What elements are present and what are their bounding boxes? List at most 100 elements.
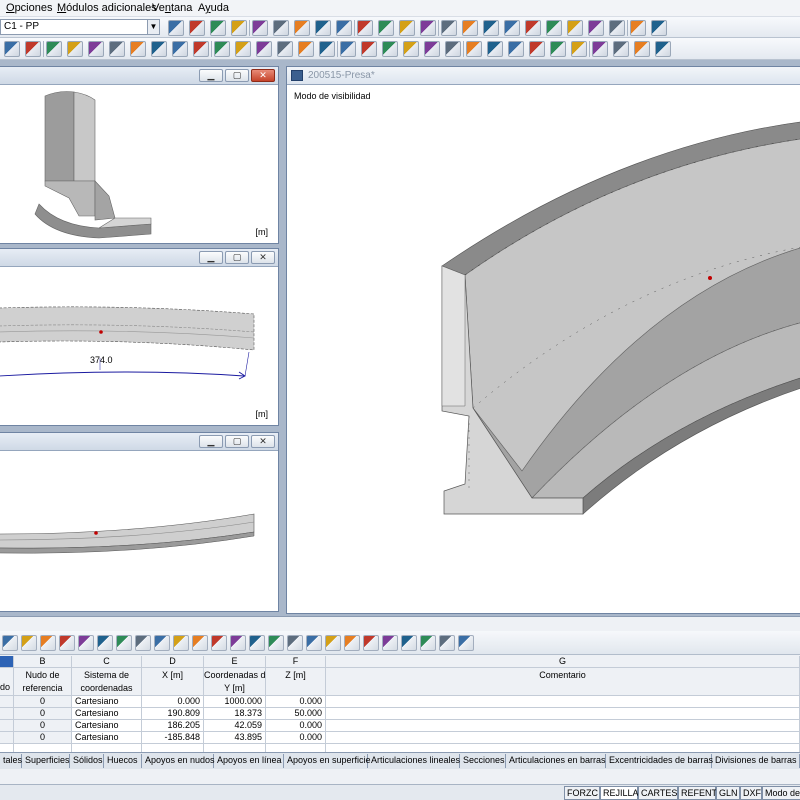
tool-button-icon[interactable] — [529, 41, 545, 57]
table-cell-comment[interactable] — [326, 696, 800, 708]
view-window-1[interactable]: ▁ ▢ ✕ [m] — [0, 66, 279, 244]
window-titlebar[interactable]: ▁ ▢ ✕ — [0, 67, 278, 85]
view-canvas-elevation[interactable] — [0, 452, 278, 611]
table-tool-icon[interactable] — [154, 635, 170, 651]
tool-button-icon[interactable] — [445, 41, 461, 57]
tool-button-icon[interactable] — [361, 41, 377, 57]
tool-button-icon[interactable] — [655, 41, 671, 57]
table-cell-x[interactable]: 190.809 — [142, 708, 204, 720]
status-toggle-rejilla[interactable]: REJILLA — [600, 786, 639, 800]
table-tab[interactable]: Superficies — [22, 754, 70, 768]
view-window-2[interactable]: ▁ ▢ ✕ 374.0 [m] — [0, 248, 279, 426]
menu-ayuda[interactable]: Ayuda — [198, 2, 229, 14]
menu-modulos-adicionales[interactable]: Módulos adicionales — [57, 2, 157, 14]
menu-ventana[interactable]: Ventana — [152, 2, 192, 14]
window-titlebar[interactable]: 200515-Presa* — [287, 67, 800, 85]
table-cell-y[interactable]: 43.895 — [204, 732, 266, 744]
tool-button-icon[interactable] — [483, 20, 499, 36]
view-canvas-3d[interactable]: Modo de visibilidad — [287, 86, 800, 613]
tool-button-icon[interactable] — [546, 20, 562, 36]
tool-button-icon[interactable] — [88, 41, 104, 57]
table-cell-reference[interactable]: 0 — [14, 732, 72, 744]
table-tool-icon[interactable] — [40, 635, 56, 651]
maximize-icon[interactable]: ▢ — [225, 69, 249, 82]
view-canvas-plan[interactable]: 374.0 [m] — [0, 268, 278, 425]
table-tab[interactable]: tales — [0, 754, 22, 768]
status-toggle-modo-de[interactable]: Modo de — [762, 786, 800, 800]
column-letter[interactable]: B — [14, 656, 72, 668]
table-tool-icon[interactable] — [192, 635, 208, 651]
tool-button-icon[interactable] — [214, 41, 230, 57]
tool-button-icon[interactable] — [189, 20, 205, 36]
table-tool-icon[interactable] — [287, 635, 303, 651]
maximize-icon[interactable]: ▢ — [225, 435, 249, 448]
table-tool-icon[interactable] — [97, 635, 113, 651]
table-tool-icon[interactable] — [420, 635, 436, 651]
column-letter[interactable]: G — [326, 656, 800, 668]
table-tool-icon[interactable] — [2, 635, 18, 651]
tool-button-icon[interactable] — [441, 20, 457, 36]
window-titlebar[interactable]: ▁ ▢ ✕ — [0, 433, 278, 451]
table-cell-x[interactable]: -185.848 — [142, 732, 204, 744]
column-header[interactable]: Comentario — [326, 668, 800, 696]
tool-button-icon[interactable] — [294, 20, 310, 36]
table-tab[interactable]: Sólidos — [70, 754, 104, 768]
view-window-3[interactable]: ▁ ▢ ✕ — [0, 432, 279, 612]
tool-button-icon[interactable] — [487, 41, 503, 57]
tool-button-icon[interactable] — [340, 41, 356, 57]
tool-button-icon[interactable] — [382, 41, 398, 57]
tool-button-icon[interactable] — [613, 41, 629, 57]
tool-button-icon[interactable] — [462, 20, 478, 36]
table-cell-system[interactable]: Cartesiano — [72, 708, 142, 720]
table-tool-icon[interactable] — [21, 635, 37, 651]
minimize-icon[interactable]: ▁ — [199, 435, 223, 448]
table-cell-comment[interactable] — [326, 708, 800, 720]
tool-button-icon[interactable] — [399, 20, 415, 36]
table-cell-comment[interactable] — [326, 720, 800, 732]
tool-button-icon[interactable] — [172, 41, 188, 57]
tool-button-icon[interactable] — [151, 41, 167, 57]
table-tool-icon[interactable] — [135, 635, 151, 651]
column-letter[interactable]: E — [204, 656, 266, 668]
chevron-down-icon[interactable]: ▼ — [147, 20, 159, 34]
tool-button-icon[interactable] — [420, 20, 436, 36]
table-tool-icon[interactable] — [78, 635, 94, 651]
minimize-icon[interactable]: ▁ — [199, 69, 223, 82]
column-header[interactable]: Z [m] — [266, 668, 326, 696]
table-cell-reference[interactable]: 0 — [14, 708, 72, 720]
table-tool-icon[interactable] — [306, 635, 322, 651]
main-3d-window[interactable]: 200515-Presa* Modo de visibilidad — [286, 66, 800, 614]
tool-button-icon[interactable] — [634, 41, 650, 57]
close-icon[interactable]: ✕ — [251, 251, 275, 264]
tool-button-icon[interactable] — [651, 20, 667, 36]
table-tab[interactable]: Divisiones de barras — [712, 754, 800, 768]
tool-button-icon[interactable] — [193, 41, 209, 57]
column-letter[interactable]: F — [266, 656, 326, 668]
column-header[interactable]: Sistema de coordenadas — [72, 668, 142, 696]
table-cell-y[interactable]: 18.373 — [204, 708, 266, 720]
table-tool-icon[interactable] — [173, 635, 189, 651]
maximize-icon[interactable]: ▢ — [225, 251, 249, 264]
status-toggle-dxf[interactable]: DXF — [740, 786, 762, 800]
status-toggle-cartes[interactable]: CARTES — [638, 786, 678, 800]
table-tool-icon[interactable] — [458, 635, 474, 651]
tool-button-icon[interactable] — [504, 20, 520, 36]
tool-button-icon[interactable] — [168, 20, 184, 36]
tool-button-icon[interactable] — [235, 41, 251, 57]
close-icon[interactable]: ✕ — [251, 69, 275, 82]
table-cell-reference[interactable]: 0 — [14, 720, 72, 732]
table-tab[interactable]: Apoyos en nudos — [142, 754, 215, 768]
table-tool-icon[interactable] — [382, 635, 398, 651]
status-toggle-gln[interactable]: GLN — [716, 786, 740, 800]
tool-button-icon[interactable] — [4, 41, 20, 57]
tool-button-icon[interactable] — [588, 20, 604, 36]
tool-button-icon[interactable] — [357, 20, 373, 36]
table-tool-icon[interactable] — [401, 635, 417, 651]
table-cell-reference[interactable]: 0 — [14, 696, 72, 708]
table-tab[interactable]: Apoyos en línea — [214, 754, 284, 768]
tool-button-icon[interactable] — [508, 41, 524, 57]
row-number-cell[interactable] — [0, 732, 14, 744]
table-tool-icon[interactable] — [249, 635, 265, 651]
close-icon[interactable]: ✕ — [251, 435, 275, 448]
view-canvas-isometric[interactable]: [m] — [0, 86, 278, 243]
